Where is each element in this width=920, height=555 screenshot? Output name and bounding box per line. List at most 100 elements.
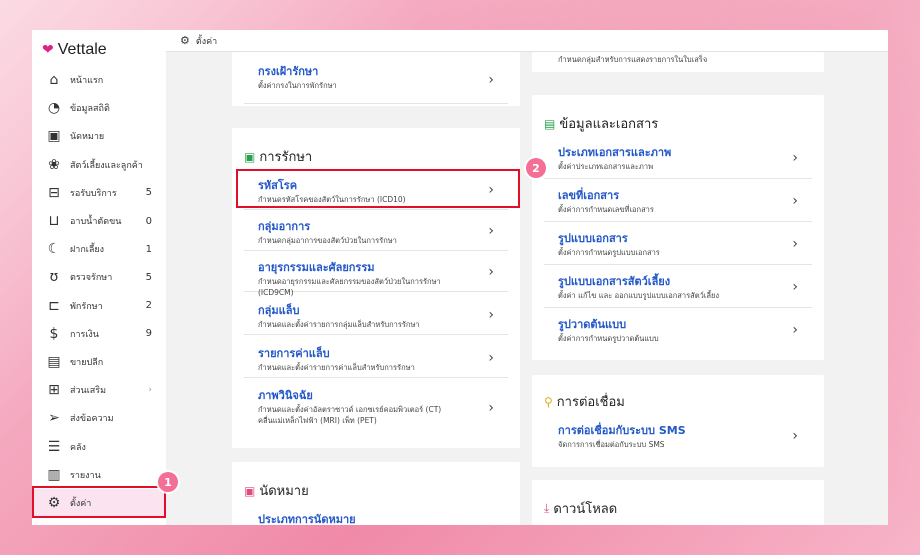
settings-row-document-format[interactable]: รูปแบบเอกสาร ตั้งค่าการกำหนดรูปแบบเอกสาร… [544,223,812,265]
settings-row-diagnostic-imaging[interactable]: ภาพวินิจฉัย กำหนดและตั้งค่าอัลตราซาวด์ เ… [244,380,508,436]
topbar: ⚙ ตั้งค่า [166,30,888,52]
step-marker-2: 2 [526,158,546,178]
row-title: เลขที่เอกสาร [558,189,620,202]
sidebar-item-label: รายงาน [70,470,101,481]
sidebar-item-boarding[interactable]: ☾ ฝากเลี้ยง 1 [32,235,166,263]
settings-row-document-number[interactable]: เลขที่เอกสาร ตั้งค่าการกำหนดเลขที่เอกสาร… [544,180,812,222]
count-badge: 5 [145,271,152,283]
chevron-right-icon: › [488,349,494,366]
sidebar-item-appointments[interactable]: ▣ นัดหมาย [32,122,166,150]
sidebar-item-label: รอรับบริการ [70,188,117,199]
row-description: ตั้งค่าการกำหนดเลขที่เอกสาร [558,205,654,214]
bathtub-icon: ⊔ [48,213,60,230]
step-marker-1: 1 [158,472,178,492]
sidebar-item-retail[interactable]: ▤ ขายปลีก [32,348,166,376]
stats-icon: ◔ [47,100,61,117]
sidebar-item-label: หน้าแรก [70,76,104,87]
sidebar-item-label: นัดหมาย [70,132,105,143]
sidebar-item-label: การเงิน [70,329,99,340]
settings-row-cage[interactable]: กรงเฝ้ารักษา ตั้งค่ากรงในการพักรักษา › [244,56,508,104]
settings-row-medicine-surgery[interactable]: อายุรกรรมและศัลยกรรม กำหนดอายุรกรรมและศั… [244,252,508,297]
sidebar-item-label: พักรักษา [70,301,103,312]
page-title: ตั้งค่า [195,36,218,47]
section-title-integrations: ⚲ การต่อเชื่อม [544,394,625,411]
card-integrations: ⚲ การต่อเชื่อม การต่อเชื่อมกับระบบ SMS จ… [532,375,824,467]
row-title: อายุรกรรมและศัลยกรรม [258,261,375,274]
chevron-right-icon: › [488,71,494,88]
row-title: ประเภทการนัดหมาย [258,513,356,525]
row-title: รูปแบบเอกสาร [558,232,628,245]
sidebar-item-grooming[interactable]: ⊔ อาบน้ำตัดขน 0 [32,207,166,235]
stethoscope-icon: ʊ [49,269,59,286]
row-description: ตั้งค่าการกำหนดรูปแบบเอกสาร [558,248,660,257]
settings-row-sms-integration[interactable]: การต่อเชื่อมกับระบบ SMS จัดการการเชื่อมต… [544,415,812,457]
count-badge: 5 [145,187,152,199]
sidebar-item-reports[interactable]: ▥ รายงาน [32,461,166,489]
treatment-icon: ▣ [244,149,256,164]
cash-register-icon: ▤ [47,353,61,370]
highlight-box-settings [32,486,166,518]
sidebar-item-label: ฝากเลี้ยง [70,245,105,256]
send-icon: ➢ [48,410,60,427]
sidebar-item-label: ข้อมูลสถิติ [70,104,110,115]
card-documents: ▤ ข้อมูลและเอกสาร ประเภทเอกสารและภาพ ตั้… [532,95,824,360]
money-hand-icon: $ [49,325,59,342]
section-title-download[interactable]: ⤓ ดาวน์โหลด [544,498,617,519]
row-title: กรงเฝ้ารักษา [258,65,319,78]
home-icon: ⌂ [49,72,59,89]
row-description: กำหนดและตั้งค่ารายการค่าแล็บสำหรับการรัก… [258,363,415,372]
chevron-right-icon: › [488,306,494,323]
chevron-right-icon: › [488,520,494,525]
sofa-icon: ⊟ [48,184,60,201]
row-title: รายการค่าแล็บ [258,347,330,360]
sidebar-item-label: ตรวจรักษา [70,273,113,284]
count-badge: 1 [145,243,152,255]
highlight-box-disease-code [236,169,520,208]
download-icon: ⤓ [544,501,550,515]
chevron-right-icon: › [792,428,798,444]
chevron-right-icon: › [488,400,494,416]
sidebar-item-hospitalization[interactable]: ⊏ พักรักษา 2 [32,292,166,320]
heart-logo-icon: ❤ [42,42,54,58]
app-logo[interactable]: ❤ Vettale [42,40,107,60]
sidebar-item-messages[interactable]: ➢ ส่งข้อความ [32,404,166,432]
sidebar-item-label: อาบน้ำตัดขน [70,217,122,228]
section-title-documents: ▤ ข้อมูลและเอกสาร [544,116,659,133]
sidebar-item-examination[interactable]: ʊ ตรวจรักษา 5 [32,263,166,291]
row-title: รูปวาดต้นแบบ [558,318,627,331]
settings-row-pet-document-format[interactable]: รูปแบบเอกสารสัตว์เลี้ยง ตั้งค่า แก้ไข แล… [544,266,812,308]
settings-row-appointment-type[interactable]: ประเภทการนัดหมาย › [244,504,508,525]
settings-row-lab-group[interactable]: กลุ่มแล็บ กำหนดและตั้งค่ารายการกลุ่มแล็บ… [244,295,508,335]
row-description: ตั้งค่ากรงในการพักรักษา [258,81,337,90]
settings-row-symptom-group[interactable]: กลุ่มอาการ กำหนดกลุ่มอาการของสัตว์ป่วยใน… [244,211,508,251]
sidebar-item-addons[interactable]: ⊞ ส่วนเสริม › [32,376,166,404]
sidebar-item-label: ส่วนเสริม [70,386,107,397]
calendar-icon: ▣ [244,483,256,498]
settings-row-template-drawing[interactable]: รูปวาดต้นแบบ ตั้งค่าการกำหนดรูปวาดต้นแบบ… [544,309,812,351]
row-title: การต่อเชื่อมกับระบบ SMS [558,424,686,437]
report-chart-icon: ▥ [47,466,61,483]
row-description: ตั้งค่าประเภทเอกสารและภาพ [558,162,654,171]
settings-row-lab-values[interactable]: รายการค่าแล็บ กำหนดและตั้งค่ารายการค่าแล… [244,338,508,378]
sidebar-item-label: ขายปลีก [70,357,104,368]
row-description: กำหนดและตั้งค่าอัลตราซาวด์ เอกซเรย์คอมพิ… [258,405,442,425]
moon-icon: ☾ [47,241,61,258]
sidebar-item-stats[interactable]: ◔ ข้อมูลสถิติ [32,94,166,122]
sidebar-item-pets-customers[interactable]: ❀ สัตว์เลี้ยงและลูกค้า [32,151,166,179]
sidebar-item-home[interactable]: ⌂ หน้าแรก [32,66,166,94]
settings-row-document-types[interactable]: ประเภทเอกสารและภาพ ตั้งค่าประเภทเอกสารแล… [544,137,812,179]
count-badge: 0 [145,215,152,227]
sidebar-item-waiting[interactable]: ⊟ รอรับบริการ 5 [32,179,166,207]
inventory-icon: ☰ [47,438,61,455]
count-badge: 9 [145,328,152,340]
sidebar-item-inventory[interactable]: ☰ คลัง [32,432,166,460]
row-description: ตั้งค่า แก้ไข และ ออกแบบรูปแบบเอกสารสัตว… [558,291,719,300]
chevron-right-icon: › [792,235,798,252]
chevron-right-icon: › [792,192,798,209]
chevron-right-icon: › [488,263,494,280]
row-description: กำหนดกลุ่มสำหรับการแสดงรายการในใบเสร็จ [558,55,708,64]
app-name: Vettale [57,41,107,58]
plug-icon: ⚲ [544,394,553,409]
sidebar-item-finance[interactable]: $ การเงิน 9 [32,320,166,348]
row-title: กลุ่มอาการ [258,220,311,233]
